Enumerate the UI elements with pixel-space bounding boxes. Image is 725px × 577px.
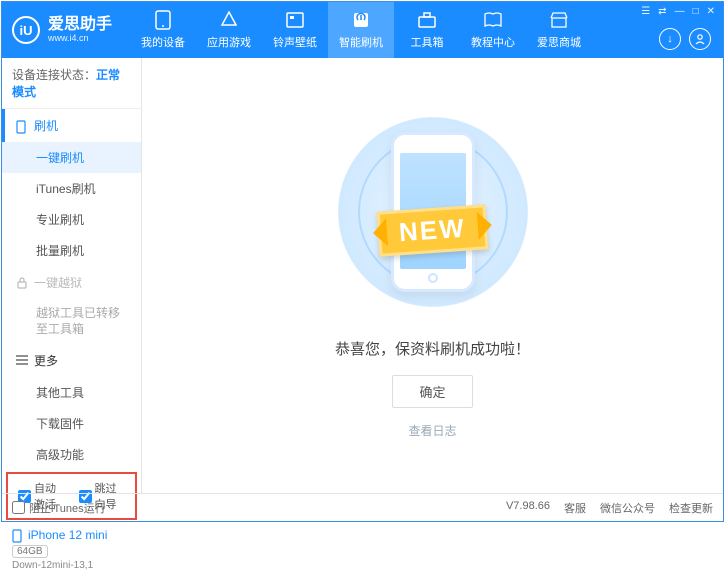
support-link[interactable]: 客服 <box>564 500 586 516</box>
app-url: www.i4.cn <box>48 33 112 43</box>
nav-apps-games[interactable]: 应用游戏 <box>196 2 262 58</box>
sidebar: 设备连接状态：正常模式 刷机 一键刷机 iTunes刷机 专业刷机 批量刷机 一… <box>2 58 142 493</box>
sidebar-item-advanced[interactable]: 高级功能 <box>2 439 141 470</box>
nav-toolbox[interactable]: 工具箱 <box>394 2 460 58</box>
device-block[interactable]: iPhone 12 mini 64GB Down-12mini-13,1 <box>2 522 141 577</box>
nav-label: 工具箱 <box>411 34 444 50</box>
nav-ringtones[interactable]: 铃声壁纸 <box>262 2 328 58</box>
maximize-icon[interactable]: □ <box>693 6 699 17</box>
storage-badge: 64GB <box>12 545 48 558</box>
success-message: 恭喜您，保资料刷机成功啦！ <box>335 338 530 359</box>
titlebar: iU 爱思助手 www.i4.cn 我的设备 应用游戏 铃声壁纸 智能刷机 <box>2 2 723 58</box>
view-log-link[interactable]: 查看日志 <box>408 422 456 439</box>
main-nav: 我的设备 应用游戏 铃声壁纸 智能刷机 工具箱 教程中心 <box>130 2 592 58</box>
nav-label: 爱思商城 <box>537 34 581 50</box>
main-panel: NEW 恭喜您，保资料刷机成功啦！ 确定 查看日志 <box>142 58 723 493</box>
check-update-link[interactable]: 检查更新 <box>669 500 713 516</box>
device-name: iPhone 12 mini <box>12 528 131 542</box>
lock-icon[interactable]: ⇄ <box>658 6 666 17</box>
user-button[interactable] <box>689 28 711 50</box>
nav-label: 应用游戏 <box>207 34 251 50</box>
connection-status: 设备连接状态：正常模式 <box>2 58 141 109</box>
nav-label: 铃声壁纸 <box>273 34 317 50</box>
close-icon[interactable]: ✕ <box>707 6 715 17</box>
checkbox-label: 阻止iTunes运行 <box>29 500 106 516</box>
block-itunes-checkbox[interactable]: 阻止iTunes运行 <box>12 500 106 516</box>
menu-icon <box>16 355 28 367</box>
store-icon <box>549 10 569 30</box>
success-illustration: NEW <box>358 112 508 312</box>
section-more[interactable]: 更多 <box>2 344 141 377</box>
minimize-icon[interactable]: — <box>675 6 685 17</box>
app-name: 爱思助手 <box>48 17 112 33</box>
menu-icon[interactable]: ☰ <box>641 6 650 17</box>
nav-my-device[interactable]: 我的设备 <box>130 2 196 58</box>
book-icon <box>483 10 503 30</box>
sidebar-item-oneclick-flash[interactable]: 一键刷机 <box>2 142 141 173</box>
section-title: 一键越狱 <box>34 274 82 291</box>
window-controls: ☰ ⇄ — □ ✕ <box>641 6 715 17</box>
section-jailbreak[interactable]: 一键越狱 <box>2 266 141 299</box>
device-model: Down-12mini-13,1 <box>12 560 131 571</box>
nav-label: 我的设备 <box>141 34 185 50</box>
lock-icon <box>16 277 28 289</box>
section-title: 更多 <box>34 352 58 369</box>
sidebar-item-other-tools[interactable]: 其他工具 <box>2 377 141 408</box>
nav-tutorials[interactable]: 教程中心 <box>460 2 526 58</box>
nav-label: 教程中心 <box>471 34 515 50</box>
wallpaper-icon <box>285 10 305 30</box>
phone-icon <box>153 10 173 30</box>
sidebar-item-batch-flash[interactable]: 批量刷机 <box>2 235 141 266</box>
statusbar: 阻止iTunes运行 V7.98.66 客服 微信公众号 检查更新 <box>2 493 723 521</box>
section-title: 刷机 <box>34 117 58 134</box>
flash-icon <box>351 10 371 30</box>
version-text: V7.98.66 <box>506 500 550 516</box>
new-badge: NEW <box>377 204 489 256</box>
sidebar-item-pro-flash[interactable]: 专业刷机 <box>2 204 141 235</box>
app-logo: iU 爱思助手 www.i4.cn <box>12 16 112 44</box>
wechat-link[interactable]: 微信公众号 <box>600 500 655 516</box>
logo-icon: iU <box>12 16 40 44</box>
nav-store[interactable]: 爱思商城 <box>526 2 592 58</box>
toolbox-icon <box>417 10 437 30</box>
phone-icon <box>16 120 28 132</box>
ok-button[interactable]: 确定 <box>392 375 472 408</box>
jailbreak-note: 越狱工具已转移至工具箱 <box>2 299 141 344</box>
sidebar-item-download-firmware[interactable]: 下载固件 <box>2 408 141 439</box>
nav-smart-flash[interactable]: 智能刷机 <box>328 2 394 58</box>
apps-icon <box>219 10 239 30</box>
sidebar-item-itunes-flash[interactable]: iTunes刷机 <box>2 173 141 204</box>
nav-label: 智能刷机 <box>339 34 383 50</box>
user-controls: ↓ <box>659 28 711 50</box>
conn-label: 设备连接状态： <box>12 68 96 82</box>
phone-icon <box>12 529 24 541</box>
download-button[interactable]: ↓ <box>659 28 681 50</box>
section-flash[interactable]: 刷机 <box>2 109 141 142</box>
